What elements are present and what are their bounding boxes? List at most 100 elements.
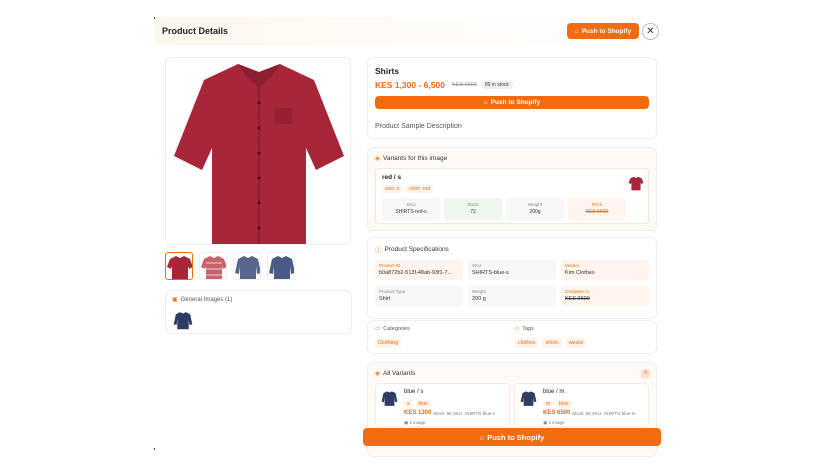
category-tag: Clothing (375, 338, 402, 348)
variant-image-count: 1 image (409, 420, 426, 425)
all-variants-title: All Variants (383, 369, 416, 377)
variant-name: blue / m (543, 389, 565, 395)
general-images-label: General Images (1) (180, 296, 233, 303)
variant-sku: SKU: SHIRTS-blue-s (453, 411, 495, 416)
image-variants-panel: ◈ Variants for this image red / s size: s… (367, 147, 657, 231)
shop-icon: ⌂ (479, 432, 485, 442)
spec-value: 200 g (472, 296, 486, 302)
footer-push-to-shopify-button[interactable]: ⌂ Push to Shopify (363, 428, 661, 446)
variant-card[interactable]: blue / s s blue KES 1300 Stock: 96 SKU: … (375, 383, 510, 427)
tag-chip: wears (565, 338, 587, 348)
image-variant-card[interactable]: red / s size: s color: red SKU SHIRTS-re… (375, 168, 649, 224)
stat-label: SKU (406, 202, 416, 207)
spec-label: Vendor (565, 263, 580, 268)
stat-value: 72 (470, 209, 476, 215)
info-push-to-shopify-button[interactable]: ⌂ Push to Shopify (375, 96, 649, 109)
stat-value: 200g (529, 209, 541, 215)
folder-icon: ▭ (375, 326, 381, 332)
thumbnail-strip (165, 252, 295, 280)
spec-value: SHIRTS-blue-s (472, 270, 509, 276)
image-variants-title: Variants for this image (383, 154, 448, 162)
stat-label: Weight (528, 202, 542, 207)
variant-tag: blue (556, 400, 572, 408)
variant-thumbnail (520, 389, 537, 407)
categories-label: Categories (383, 326, 410, 332)
product-name: Shirts (375, 66, 400, 76)
tags-label: Tags (522, 326, 534, 332)
variant-thumbnail (628, 174, 644, 192)
compare-price: KES 2600 (452, 82, 477, 88)
spec-compare-at: Compare At KES 2600 (561, 286, 649, 306)
box-icon: ◈ (375, 155, 380, 162)
shop-icon: ⌂ (483, 99, 488, 106)
thumbnail-blue-shirt[interactable] (233, 252, 261, 280)
variant-card[interactable]: blue / m m blue KES 6500 Stock: 95 SKU: … (514, 383, 649, 427)
product-specifications-panel: ⓘ Product Specifications Product ID b0a87… (367, 237, 657, 319)
shop-icon: ⌂ (574, 27, 579, 35)
product-price: KES 1,300 - 6,500 (375, 80, 445, 90)
tag-icon: ◇ (515, 326, 520, 332)
variant-stat-weight: Weight 200g (506, 198, 564, 220)
variant-stat-stock: Stock 72 (444, 198, 502, 220)
specs-title: Product Specifications (384, 245, 449, 253)
variant-name: red / s (382, 174, 402, 181)
image-icon: ▣ (543, 420, 548, 425)
box-icon: ◈ (375, 370, 380, 377)
variant-tag: blue (415, 400, 431, 408)
spec-label: Compare At (565, 289, 589, 294)
spec-label: SKU (472, 263, 482, 268)
thumbnail-checked-shirt[interactable] (199, 252, 227, 280)
variant-name: blue / s (404, 389, 424, 395)
stock-badge: 89 in stock (481, 81, 513, 89)
variant-price: KES 6500 (543, 410, 571, 416)
stat-label: Price (591, 202, 603, 207)
tag-chip: shirts (542, 338, 562, 348)
variant-tag: s (404, 400, 413, 408)
variant-image-count: 1 image (548, 420, 565, 425)
stat-value: KES 6500 (585, 209, 609, 215)
image-icon: ▣ (172, 297, 178, 303)
variant-tag: color: red (406, 185, 434, 193)
spec-label: Product ID (379, 263, 401, 268)
variant-thumbnail (381, 389, 398, 407)
variant-stat-price: Price KES 6500 (568, 198, 626, 220)
image-icon: ▣ (404, 420, 409, 425)
spec-product-type: Product Type Shirt (375, 286, 463, 306)
spec-value: b0a872b2-513f-48ab-93f1-7... (379, 270, 453, 276)
stat-value: SHIRTS-red-s (395, 209, 427, 215)
spec-vendor: Vendor Kim Clothes (561, 260, 649, 280)
spec-label: Product Type (379, 289, 406, 294)
variant-stat-sku: SKU SHIRTS-red-s (382, 198, 440, 220)
push-label: Push to Shopify (490, 99, 541, 106)
tag-chip: clothes (515, 338, 539, 348)
main-product-image (165, 57, 351, 245)
categories-tags-panel: ▭ Categories Clothing ◇ Tags clothes shirt… (367, 320, 657, 354)
variant-tag: m (543, 400, 554, 408)
spec-weight: Weight 200 g (468, 286, 556, 306)
push-label: Push to Shopify (581, 27, 632, 35)
variant-tag: size: s (382, 185, 403, 193)
spec-value: Shirt (379, 296, 391, 302)
variant-sku: SKU: SHIRTS-blue-m (592, 411, 636, 416)
variant-stock: Stock: 95 (572, 411, 591, 416)
variant-price: KES 1300 (404, 410, 432, 416)
spec-label: Weight (472, 289, 486, 294)
modal-header: Product Details ⌂ Push to Shopify ✕ (155, 17, 670, 45)
variant-stock: Stock: 96 (433, 411, 452, 416)
product-info-card: Shirts KES 1,300 - 6,500 KES 2600 89 in … (367, 57, 657, 139)
spec-sku: SKU SHIRTS-blue-s (468, 260, 556, 280)
thumbnail-red-shirt[interactable] (165, 252, 193, 280)
stat-label: Stock (467, 202, 479, 207)
product-details-modal: Product Details ⌂ Push to Shopify ✕ ▣ Ge… (155, 17, 670, 457)
header-push-to-shopify-button[interactable]: ⌂ Push to Shopify (567, 23, 639, 39)
general-image-thumbnail[interactable] (173, 309, 193, 331)
spec-product-id: Product ID b0a872b2-513f-48ab-93f1-7... (375, 260, 463, 280)
product-description: Product Sample Description (375, 123, 462, 130)
spec-value: Kim Clothes (565, 270, 595, 276)
thumbnail-blue-shirt-2[interactable] (267, 252, 295, 280)
spec-value: KES 2600 (565, 296, 590, 302)
variant-count-badge: 4 (641, 369, 650, 378)
modal-title: Product Details (162, 26, 229, 36)
info-icon: ⓘ (375, 247, 382, 254)
close-icon[interactable]: ✕ (642, 23, 659, 40)
